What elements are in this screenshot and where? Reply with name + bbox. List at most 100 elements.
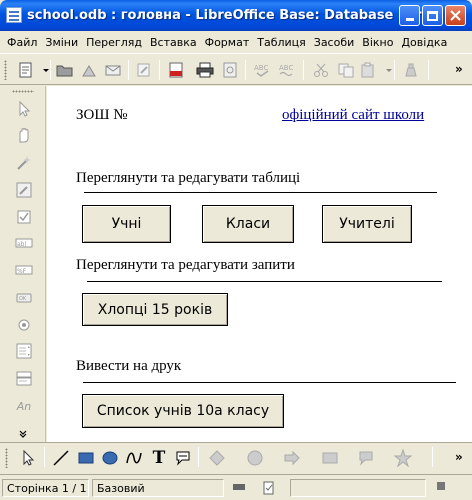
maximize-icon — [427, 10, 438, 21]
toolbar-separator — [128, 60, 129, 80]
copy-icon[interactable] — [337, 62, 355, 78]
page-indicator: Сторінка 1 / 1 — [2, 479, 89, 497]
toolbar-overflow-button[interactable]: » — [455, 450, 463, 464]
control-wizard-icon[interactable] — [14, 154, 34, 172]
toolbar-separator — [245, 60, 246, 80]
export-pdf-icon[interactable] — [167, 62, 185, 78]
svg-text:ABC: ABC — [254, 64, 268, 72]
toolbar-grip[interactable] — [12, 90, 34, 93]
formatted-field-icon[interactable]: %F — [14, 261, 34, 279]
menu-tools[interactable]: Засоби — [310, 36, 359, 49]
menu-format[interactable]: Формат — [201, 36, 254, 49]
rectangle-icon[interactable] — [76, 449, 96, 467]
toolbar-grip[interactable] — [4, 60, 7, 80]
curve-icon[interactable] — [124, 449, 144, 467]
students-button[interactable]: Учні — [82, 205, 171, 243]
svg-text:ab|: ab| — [17, 241, 27, 248]
zoom-icon[interactable] — [432, 479, 448, 497]
paste-icon[interactable] — [360, 62, 378, 78]
toolbar-separator — [50, 60, 51, 80]
symbol-shapes-icon[interactable] — [245, 449, 265, 467]
cut-icon[interactable] — [312, 62, 330, 78]
form-design-icon[interactable] — [14, 181, 34, 199]
flowchart-icon[interactable] — [320, 449, 340, 467]
school-website-link[interactable]: офіційний сайт школи — [282, 107, 424, 124]
select-icon[interactable] — [14, 100, 34, 118]
teachers-button[interactable]: Учителі — [322, 205, 412, 243]
label-field-icon[interactable]: An — [14, 397, 34, 415]
maximize-button[interactable] — [422, 5, 443, 26]
spellcheck-icon[interactable]: ABC — [253, 62, 271, 78]
app-icon[interactable] — [6, 7, 22, 23]
minimize-button[interactable] — [399, 5, 420, 26]
svg-text:ABC: ABC — [279, 64, 293, 72]
design-mode-icon[interactable] — [14, 126, 34, 144]
callout-icon[interactable] — [173, 449, 193, 467]
menu-help[interactable]: Довідка — [397, 36, 451, 49]
svg-text:%F: %F — [17, 268, 27, 275]
minimize-icon — [405, 18, 414, 21]
select-icon[interactable] — [18, 449, 38, 467]
save-icon[interactable] — [80, 62, 98, 78]
dropdown-icon[interactable] — [37, 62, 49, 78]
checkbox-icon[interactable] — [14, 208, 34, 226]
section-print-label: Вивести на друк — [76, 358, 182, 374]
dropdown-icon[interactable] — [380, 62, 392, 78]
autospell-icon[interactable]: ABC — [278, 62, 296, 78]
list-box-icon[interactable] — [14, 342, 34, 360]
window-title: school.odb : головна - LibreOffice Base:… — [27, 8, 436, 23]
menu-window[interactable]: Вікно — [358, 36, 397, 49]
menu-table[interactable]: Таблиця — [253, 36, 310, 49]
boys-15-query-button[interactable]: Хлопці 15 років — [82, 293, 228, 326]
classes-button[interactable]: Класи — [202, 205, 294, 243]
close-button[interactable] — [445, 5, 466, 26]
clone-icon[interactable] — [402, 62, 420, 78]
toolbar-separator — [428, 60, 429, 80]
close-icon — [450, 10, 461, 21]
status-empty-cell — [290, 479, 426, 497]
email-icon[interactable] — [104, 62, 122, 78]
standard-toolbar: ABC ABC » — [0, 53, 472, 85]
block-arrows-icon[interactable] — [282, 449, 302, 467]
toolbar-separator — [432, 447, 433, 467]
chevron-down-icon — [19, 430, 27, 438]
option-button-icon[interactable] — [14, 316, 34, 334]
menu-insert[interactable]: Вставка — [146, 36, 201, 49]
push-button-icon[interactable]: OK — [14, 289, 34, 307]
form-canvas[interactable]: ЗОШ № офіційний сайт школи Переглянути т… — [47, 86, 472, 442]
toolbar-separator — [303, 60, 304, 80]
section-queries-label: Переглянути та редагувати запити — [76, 257, 295, 273]
student-list-report-button[interactable]: Список учнів 10а класу — [82, 394, 284, 428]
print-icon[interactable] — [196, 62, 214, 78]
edit-mode-icon[interactable] — [135, 62, 153, 78]
toolbar-grip[interactable] — [5, 448, 8, 468]
school-number-label: ЗОШ № — [76, 107, 128, 123]
section-tables-label: Переглянути та редагувати таблиці — [76, 170, 301, 186]
title-bar: school.odb : головна - LibreOffice Base:… — [0, 0, 472, 31]
combo-box-icon[interactable] — [14, 369, 34, 387]
print-preview-icon[interactable] — [221, 62, 239, 78]
text-icon[interactable]: T — [149, 448, 169, 468]
menu-edit[interactable]: Зміни — [41, 36, 82, 49]
toolbar-overflow-button[interactable]: » — [455, 62, 463, 76]
open-icon[interactable] — [56, 62, 74, 78]
toolbar-overflow-button[interactable] — [19, 430, 27, 441]
drawing-toolbar: T » — [0, 442, 472, 472]
menu-view[interactable]: Перегляд — [82, 36, 146, 49]
page-style[interactable]: Базовий — [92, 479, 224, 497]
ellipse-icon[interactable] — [100, 449, 120, 467]
basic-shapes-icon[interactable] — [207, 449, 227, 467]
form-controls-toolbar: ab| %F OK An — [0, 86, 46, 442]
toolbar-separator — [159, 60, 160, 80]
edit-file-icon[interactable] — [17, 62, 35, 78]
insert-mode-icon[interactable] — [228, 479, 250, 497]
divider — [84, 192, 437, 193]
stars-icon[interactable] — [393, 449, 413, 467]
toolbar-separator — [44, 447, 45, 467]
divider — [83, 382, 456, 383]
divider — [87, 281, 442, 282]
menu-file[interactable]: Файл — [3, 36, 41, 49]
text-box-icon[interactable]: ab| — [14, 234, 34, 252]
callouts-icon[interactable] — [356, 449, 376, 467]
line-icon[interactable] — [51, 449, 71, 467]
